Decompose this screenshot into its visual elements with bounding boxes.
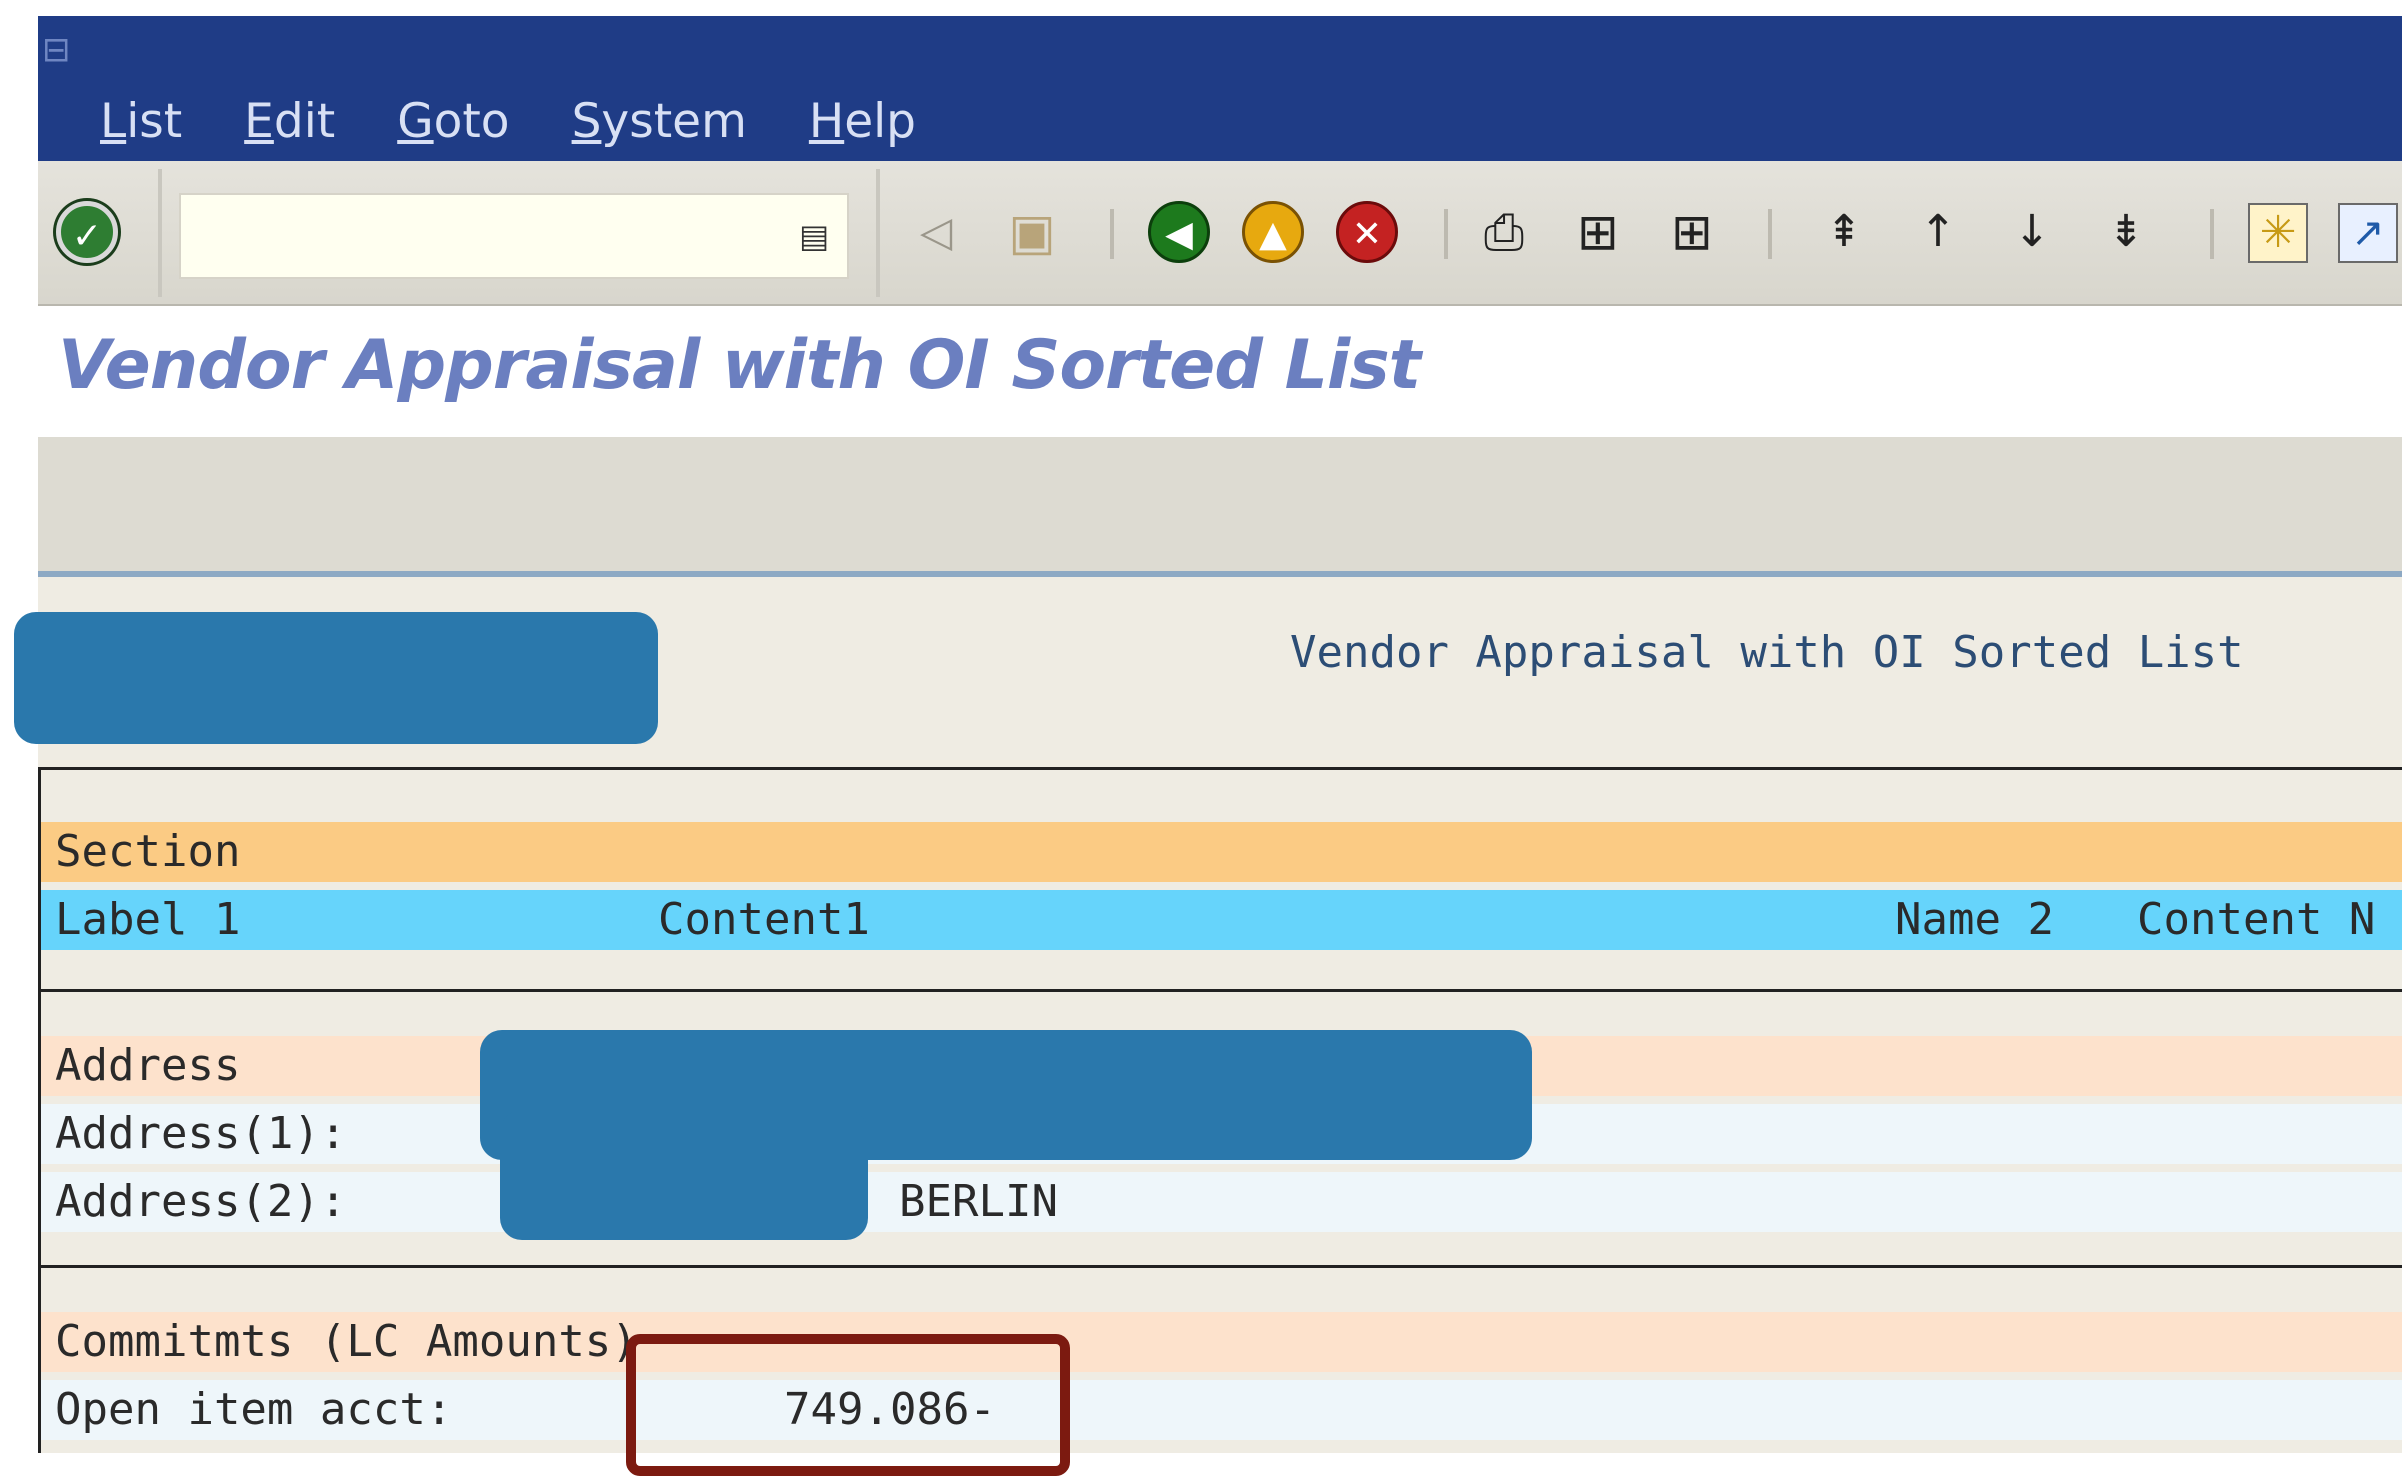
back-icon[interactable]: ◀ <box>1148 201 1210 263</box>
divider <box>38 1265 2402 1268</box>
menu-list[interactable]: List <box>100 94 182 149</box>
next-page-icon[interactable]: ↓ <box>2002 199 2062 265</box>
commitments-header-row: Commitmts (LC Amounts) <box>41 1312 2402 1372</box>
redacted-block <box>14 612 658 744</box>
toolbar-separator <box>158 169 162 297</box>
divider <box>38 767 2402 770</box>
application-toolbar <box>38 437 2402 577</box>
save-icon: ▣ <box>1008 203 1056 261</box>
enter-icon[interactable]: ✓ <box>56 201 118 263</box>
address-line2-row: Address(2): BERLIN <box>41 1172 2402 1232</box>
standard-toolbar: ✓ ▤ ◁ ▣ ◀ ▲ ✕ ⎙ ⊞ ⊞ ⇞ ↑ ↓ ⇟ ✳ ↗ <box>38 161 2402 306</box>
menu-system[interactable]: System <box>572 94 747 149</box>
cancel-icon[interactable]: ✕ <box>1336 201 1398 263</box>
page-title: Vendor Appraisal with OI Sorted List <box>58 326 1421 405</box>
redacted-block <box>500 1110 868 1240</box>
divider <box>38 989 2402 992</box>
toolbar-separator <box>876 169 880 297</box>
last-page-icon[interactable]: ⇟ <box>2096 199 2156 265</box>
title-bar: ⊟ List Edit Goto System Help <box>38 16 2402 161</box>
command-field[interactable]: ▤ <box>179 193 849 279</box>
menu-goto[interactable]: Goto <box>397 94 509 149</box>
column-content1: Content1 <box>658 894 870 945</box>
column-content-n: Content N <box>2137 894 2376 945</box>
highlight-box <box>626 1334 1070 1476</box>
open-item-row: Open item acct: 749.086- <box>41 1380 2402 1440</box>
toolbar-separator <box>1444 209 1448 259</box>
first-page-icon[interactable]: ⇞ <box>1814 199 1874 265</box>
find-next-icon[interactable]: ⊞ <box>1662 199 1722 265</box>
menu-help[interactable]: Help <box>809 94 916 149</box>
previous-page-icon[interactable]: ↑ <box>1908 199 1968 265</box>
address-line2-label: Address(2): <box>55 1176 347 1227</box>
commitments-header: Commitmts (LC Amounts) <box>55 1316 638 1367</box>
toolbar-separator <box>2210 209 2214 259</box>
system-menu-icon[interactable]: ⊟ <box>42 30 74 70</box>
list-title: Vendor Appraisal with OI Sorted List <box>1290 627 2244 678</box>
find-icon[interactable]: ⊞ <box>1568 199 1628 265</box>
column-header-row: Label 1 Content1 Name 2 Content N <box>41 890 2402 950</box>
print-icon[interactable]: ⎙ <box>1474 199 1534 265</box>
back-triangle-icon: ◁ <box>919 207 953 256</box>
menu-bar: List Edit Goto System Help <box>100 94 978 149</box>
shortcut-icon[interactable]: ↗ <box>2338 203 2398 263</box>
address-city: BERLIN <box>899 1176 1058 1227</box>
exit-icon[interactable]: ▲ <box>1242 201 1304 263</box>
column-name2: Name 2 <box>1895 894 2054 945</box>
menu-edit[interactable]: Edit <box>244 94 335 149</box>
address-header: Address <box>55 1040 241 1091</box>
create-session-icon[interactable]: ✳ <box>2248 203 2308 263</box>
toolbar-separator <box>1110 209 1114 259</box>
address-line1-label: Address(1): <box>55 1108 347 1159</box>
column-label1: Label 1 <box>55 894 241 945</box>
toolbar-separator <box>1768 209 1772 259</box>
section-header-row: Section <box>41 822 2402 882</box>
command-history-icon[interactable]: ▤ <box>799 213 829 259</box>
open-item-label: Open item acct: <box>55 1384 453 1435</box>
section-header: Section <box>55 826 241 877</box>
title-area: Vendor Appraisal with OI Sorted List <box>38 306 2402 437</box>
